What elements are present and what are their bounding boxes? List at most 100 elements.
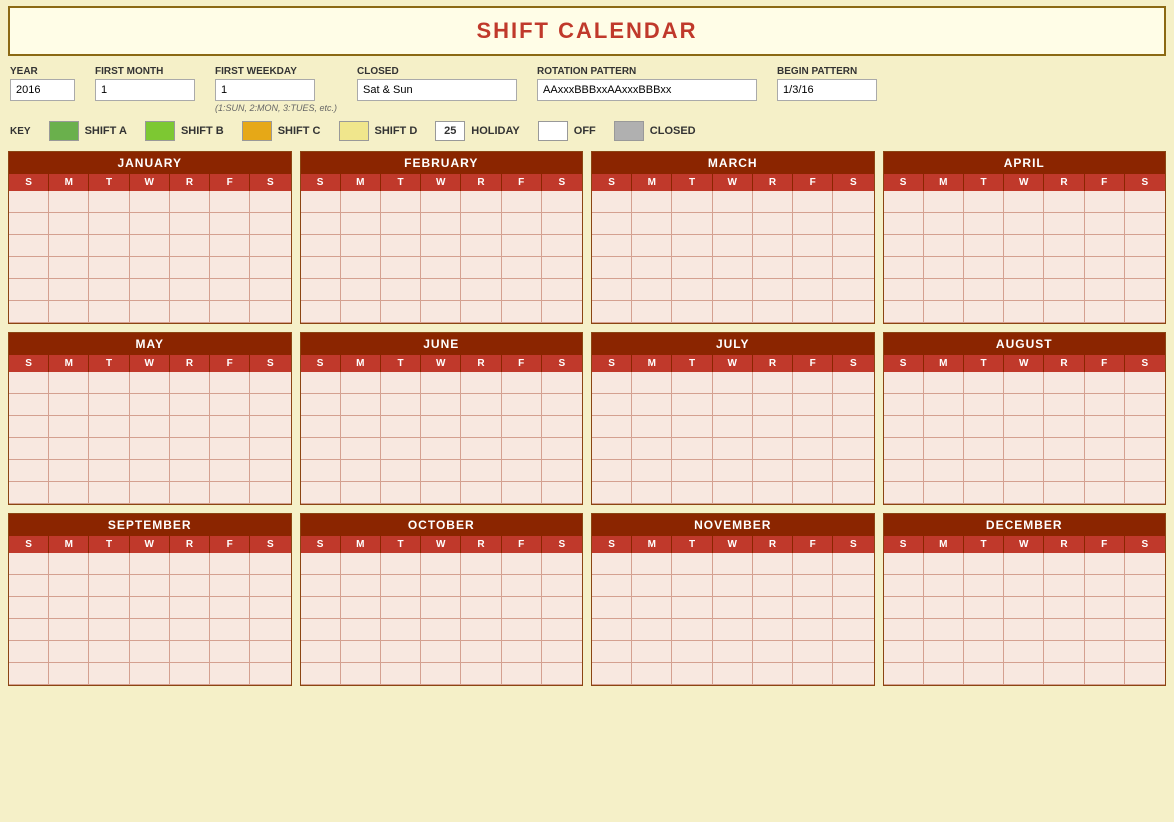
- day-cell: [924, 191, 964, 213]
- day-cell: [884, 597, 924, 619]
- day-cell: [170, 394, 210, 416]
- day-cell: [9, 460, 49, 482]
- day-cell: [341, 482, 381, 504]
- day-cell: [9, 438, 49, 460]
- day-cell: [1044, 482, 1084, 504]
- day-cell: [421, 597, 461, 619]
- day-cell: [170, 553, 210, 575]
- day-cell: [421, 257, 461, 279]
- first-weekday-input[interactable]: [215, 79, 315, 101]
- day-cell: [49, 191, 89, 213]
- day-header: M: [49, 536, 89, 553]
- day-cell: [89, 191, 129, 213]
- day-cell: [924, 235, 964, 257]
- rotation-input[interactable]: [537, 79, 757, 101]
- day-cell: [964, 597, 1004, 619]
- day-cell: [592, 257, 632, 279]
- day-cell: [672, 619, 712, 641]
- day-cell: [49, 663, 89, 685]
- day-header: W: [130, 355, 170, 372]
- day-header: M: [49, 174, 89, 191]
- month-calendar-january: JANUARYSMTWRFS: [8, 151, 292, 324]
- day-cell: [341, 213, 381, 235]
- day-headers-october: SMTWRFS: [301, 536, 583, 553]
- day-cell: [713, 663, 753, 685]
- key-item-closed: CLOSED: [614, 121, 696, 141]
- day-cell: [461, 416, 501, 438]
- day-cell: [753, 235, 793, 257]
- month-header-january: JANUARY: [9, 152, 291, 174]
- day-header: F: [502, 536, 542, 553]
- day-header: R: [1044, 536, 1084, 553]
- day-cell: [793, 575, 833, 597]
- day-header: W: [1004, 355, 1044, 372]
- shift-a-label: SHIFT A: [85, 125, 127, 137]
- day-cell: [1004, 597, 1044, 619]
- day-header: S: [884, 174, 924, 191]
- day-cell: [1044, 279, 1084, 301]
- day-cell: [1004, 279, 1044, 301]
- shift-a-swatch: [49, 121, 79, 141]
- day-headers-march: SMTWRFS: [592, 174, 874, 191]
- day-cell: [170, 416, 210, 438]
- day-cell: [301, 416, 341, 438]
- day-cell: [170, 663, 210, 685]
- day-cell: [592, 663, 632, 685]
- day-cell: [381, 482, 421, 504]
- day-cell: [1044, 235, 1084, 257]
- days-grid-february: [301, 191, 583, 323]
- day-cell: [964, 257, 1004, 279]
- day-cell: [89, 482, 129, 504]
- month-calendar-may: MAYSMTWRFS: [8, 332, 292, 505]
- day-cell: [1044, 213, 1084, 235]
- day-cell: [632, 663, 672, 685]
- day-cell: [1085, 213, 1125, 235]
- begin-input[interactable]: [777, 79, 877, 101]
- day-cell: [89, 301, 129, 323]
- day-cell: [341, 597, 381, 619]
- day-cell: [210, 553, 250, 575]
- day-cell: [1125, 213, 1165, 235]
- day-cell: [1044, 553, 1084, 575]
- day-header: W: [130, 174, 170, 191]
- day-cell: [1085, 438, 1125, 460]
- day-cell: [632, 597, 672, 619]
- day-header: R: [170, 355, 210, 372]
- day-cell: [793, 257, 833, 279]
- day-cell: [713, 575, 753, 597]
- closed-input[interactable]: [357, 79, 517, 101]
- day-cell: [301, 213, 341, 235]
- day-cell: [1085, 257, 1125, 279]
- day-cell: [421, 235, 461, 257]
- day-cell: [1085, 279, 1125, 301]
- day-header: F: [1085, 355, 1125, 372]
- day-headers-september: SMTWRFS: [9, 536, 291, 553]
- day-cell: [1125, 482, 1165, 504]
- day-cell: [49, 438, 89, 460]
- day-cell: [1125, 438, 1165, 460]
- day-cell: [672, 191, 712, 213]
- day-cell: [170, 482, 210, 504]
- day-cell: [833, 663, 873, 685]
- day-cell: [250, 301, 290, 323]
- day-cell: [421, 619, 461, 641]
- day-cell: [381, 438, 421, 460]
- days-grid-november: [592, 553, 874, 685]
- day-cell: [461, 191, 501, 213]
- day-cell: [713, 191, 753, 213]
- day-cell: [301, 438, 341, 460]
- day-cell: [250, 213, 290, 235]
- begin-label: BEGIN PATTERN: [777, 66, 877, 77]
- day-cell: [924, 279, 964, 301]
- day-cell: [884, 641, 924, 663]
- day-header: T: [672, 536, 712, 553]
- day-cell: [170, 213, 210, 235]
- day-cell: [210, 438, 250, 460]
- year-input[interactable]: [10, 79, 75, 101]
- day-cell: [793, 482, 833, 504]
- day-header: S: [542, 174, 582, 191]
- first-month-input[interactable]: [95, 79, 195, 101]
- day-cell: [1125, 575, 1165, 597]
- day-cell: [833, 460, 873, 482]
- day-cell: [632, 301, 672, 323]
